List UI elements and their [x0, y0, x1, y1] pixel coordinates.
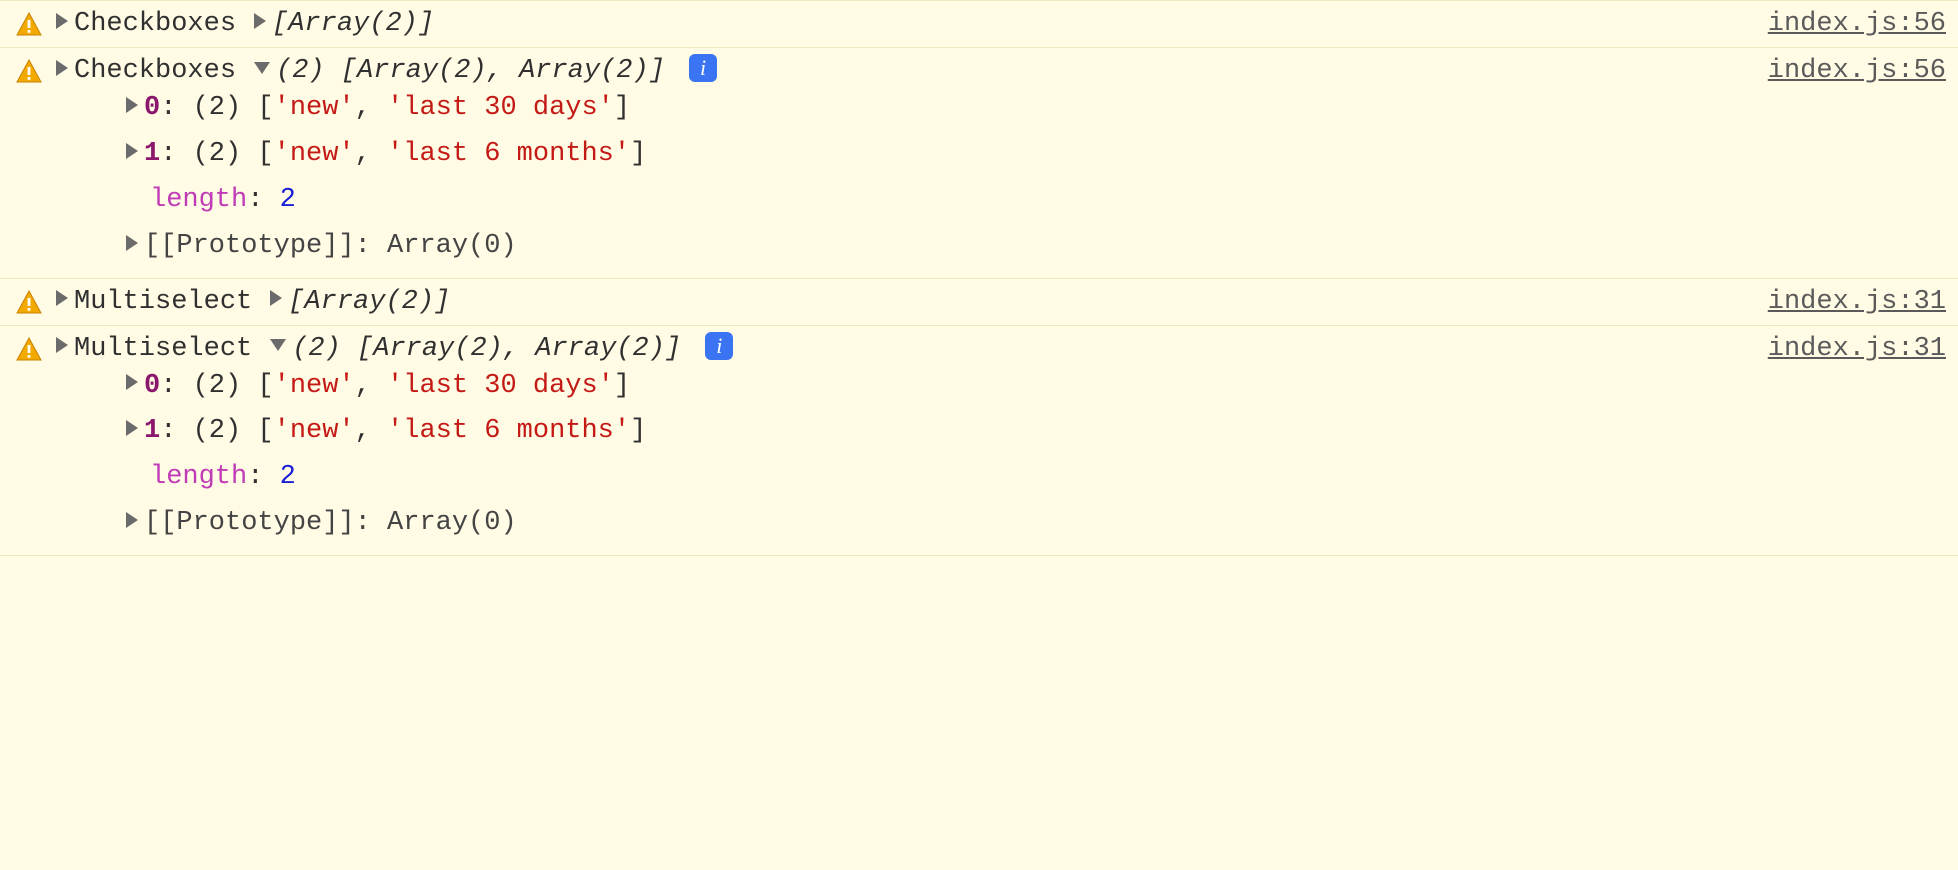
array-index: 1: [144, 416, 160, 446]
console-message: Multiselect (2) [Array(2), Array(2)] i 0…: [0, 326, 1958, 557]
string-value: 'last 6 months': [387, 416, 630, 446]
log-label: Multiselect: [74, 334, 252, 364]
length-key: length: [150, 462, 247, 492]
log-label: Checkboxes: [74, 9, 236, 39]
array-index: 0: [144, 93, 160, 123]
source-link[interactable]: index.js:31: [1768, 334, 1946, 364]
string-value: 'last 30 days': [387, 371, 614, 401]
warning-icon: [16, 9, 46, 36]
collapse-toggle-icon[interactable]: [270, 339, 286, 351]
expanded-object: 0: (2) ['new', 'last 30 days'] 1: (2) ['…: [56, 86, 1758, 270]
expand-toggle-icon[interactable]: [56, 290, 68, 306]
source-link[interactable]: index.js:56: [1768, 56, 1946, 86]
info-icon[interactable]: i: [705, 332, 733, 360]
expand-toggle-icon[interactable]: [126, 235, 138, 251]
array-summary: [Array(2)]: [288, 287, 450, 317]
log-label: Multiselect: [74, 287, 252, 317]
length-key: length: [150, 185, 247, 215]
prototype-label: [[Prototype]]: [144, 231, 355, 261]
console-message: Multiselect [Array(2)] index.js:31: [0, 279, 1958, 326]
string-value: 'new': [274, 371, 355, 401]
expanded-object: 0: (2) ['new', 'last 30 days'] 1: (2) ['…: [56, 364, 1758, 548]
array-summary: [Array(2)]: [272, 9, 434, 39]
length-value: 2: [280, 462, 296, 492]
expand-toggle-icon[interactable]: [56, 60, 68, 76]
array-count: (2): [276, 56, 325, 86]
prototype-value: : Array(0): [355, 508, 517, 538]
warning-icon: [16, 56, 46, 83]
warning-icon: [16, 334, 46, 361]
console-message: Checkboxes [Array(2)] index.js:56: [0, 0, 1958, 48]
collapse-toggle-icon[interactable]: [254, 62, 270, 74]
string-value: 'new': [274, 416, 355, 446]
expand-toggle-icon[interactable]: [126, 512, 138, 528]
warning-icon: [16, 287, 46, 314]
expand-toggle-icon[interactable]: [126, 420, 138, 436]
string-value: 'new': [274, 93, 355, 123]
expand-toggle-icon[interactable]: [126, 97, 138, 113]
array-index: 0: [144, 371, 160, 401]
log-label: Checkboxes: [74, 56, 236, 86]
string-value: 'last 30 days': [387, 93, 614, 123]
expand-toggle-icon[interactable]: [254, 13, 266, 29]
expand-toggle-icon[interactable]: [56, 13, 68, 29]
expand-toggle-icon[interactable]: [270, 290, 282, 306]
expand-toggle-icon[interactable]: [126, 143, 138, 159]
info-icon[interactable]: i: [689, 54, 717, 82]
expand-toggle-icon[interactable]: [126, 374, 138, 390]
prototype-value: : Array(0): [355, 231, 517, 261]
console-message: Checkboxes (2) [Array(2), Array(2)] i 0:…: [0, 48, 1958, 279]
string-value: 'new': [274, 139, 355, 169]
source-link[interactable]: index.js:31: [1768, 287, 1946, 317]
array-summary: [Array(2), Array(2)]: [341, 56, 665, 86]
array-count: (2): [292, 334, 341, 364]
source-link[interactable]: index.js:56: [1768, 9, 1946, 39]
expand-toggle-icon[interactable]: [56, 337, 68, 353]
array-summary: [Array(2), Array(2)]: [357, 334, 681, 364]
array-index: 1: [144, 139, 160, 169]
length-value: 2: [280, 185, 296, 215]
prototype-label: [[Prototype]]: [144, 508, 355, 538]
string-value: 'last 6 months': [387, 139, 630, 169]
